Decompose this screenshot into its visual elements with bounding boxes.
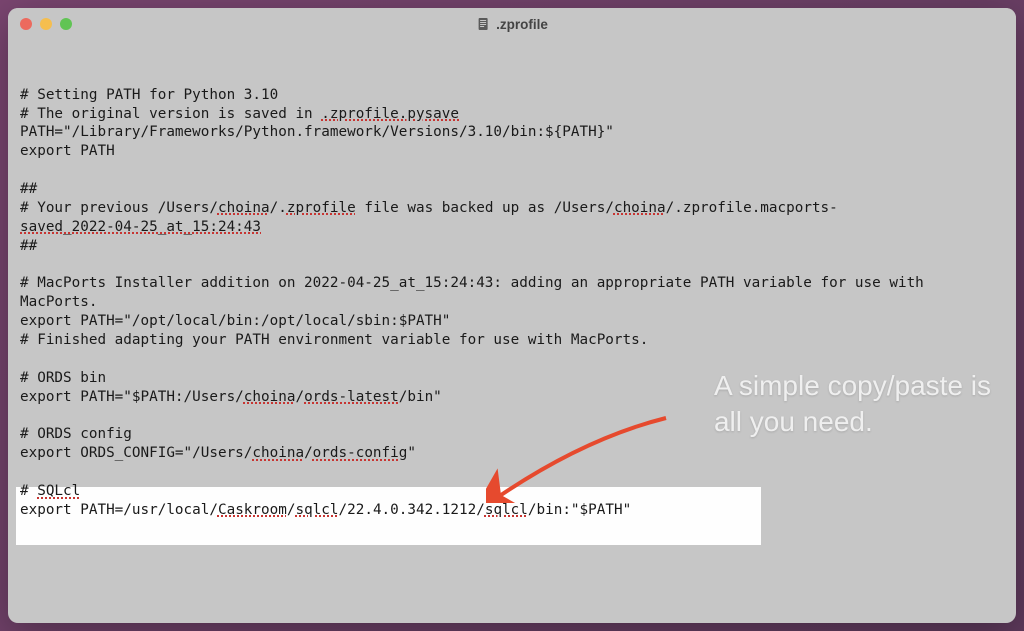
- spell-underline-text: ords-latest: [304, 389, 399, 405]
- text-editor[interactable]: # Setting PATH for Python 3.10# The orig…: [8, 40, 1016, 566]
- code-text: /.zprofile.macports-: [666, 200, 838, 216]
- close-button[interactable]: [20, 18, 32, 30]
- spell-underline-text: choina: [218, 200, 270, 216]
- titlebar[interactable]: .zprofile: [8, 8, 1016, 40]
- code-text: file was backed up as /Users/: [356, 200, 614, 216]
- code-line[interactable]: ##: [20, 237, 1004, 256]
- code-line[interactable]: # The original version is saved in .zpro…: [20, 105, 1004, 124]
- spell-underline-text: ords-config: [313, 445, 408, 461]
- editor-window: .zprofile # Setting PATH for Python 3.10…: [8, 8, 1016, 623]
- spell-underline-text: choina: [252, 445, 304, 461]
- spell-underline-text: zprofile: [287, 200, 356, 216]
- maximize-button[interactable]: [60, 18, 72, 30]
- code-text: # Your previous /Users/: [20, 200, 218, 216]
- code-line[interactable]: [20, 350, 1004, 369]
- code-text: export ORDS_CONFIG="/Users/: [20, 445, 252, 461]
- spell-underline-text: sqlcl: [295, 502, 338, 518]
- spell-underline-text: choina: [244, 389, 296, 405]
- code-text: /: [295, 389, 304, 405]
- code-text: /.: [270, 200, 287, 216]
- code-line[interactable]: saved_2022-04-25_at_15:24:43: [20, 218, 1004, 237]
- code-text: export PATH=/usr/local/: [20, 502, 218, 518]
- code-text: /22.4.0.342.1212/: [339, 502, 485, 518]
- code-line[interactable]: export PATH="/opt/local/bin:/opt/local/s…: [20, 312, 1004, 331]
- document-icon: [476, 17, 490, 31]
- spell-underline-text: saved_2022-04-25_at_15:24:43: [20, 219, 261, 235]
- code-line[interactable]: ##: [20, 180, 1004, 199]
- window-title-wrap: .zprofile: [476, 17, 548, 32]
- annotation-line-2: all you need.: [714, 406, 873, 437]
- traffic-lights: [20, 18, 72, 30]
- code-text: ": [407, 445, 416, 461]
- code-line[interactable]: # MacPorts Installer addition on 2022-04…: [20, 274, 1004, 312]
- annotation-line-1: A simple copy/paste is: [714, 370, 991, 401]
- code-text: /bin": [399, 389, 442, 405]
- code-line[interactable]: [20, 463, 1004, 482]
- minimize-button[interactable]: [40, 18, 52, 30]
- code-text: /bin:"$PATH": [528, 502, 631, 518]
- code-text: #: [20, 483, 37, 499]
- code-text: export PATH="$PATH:/Users/: [20, 389, 244, 405]
- code-text: /: [304, 445, 313, 461]
- code-line[interactable]: # SQLcl: [20, 482, 1004, 501]
- code-line[interactable]: PATH="/Library/Frameworks/Python.framewo…: [20, 123, 1004, 142]
- code-line[interactable]: # Setting PATH for Python 3.10: [20, 86, 1004, 105]
- code-line[interactable]: export PATH: [20, 142, 1004, 161]
- spell-underline-text: choina: [614, 200, 666, 216]
- code-line[interactable]: # Your previous /Users/choina/.zprofile …: [20, 199, 1004, 218]
- spell-underline-text: SQLcl: [37, 483, 80, 499]
- spell-underline-text: .zprofile.pysave: [321, 106, 459, 122]
- spell-underline-text: Caskroom: [218, 502, 287, 518]
- code-line[interactable]: [20, 256, 1004, 275]
- code-line[interactable]: export PATH=/usr/local/Caskroom/sqlcl/22…: [20, 501, 1004, 520]
- annotation-text: A simple copy/paste is all you need.: [714, 368, 991, 440]
- window-title: .zprofile: [496, 17, 548, 32]
- editor-content[interactable]: # Setting PATH for Python 3.10# The orig…: [20, 86, 1004, 520]
- code-line[interactable]: export ORDS_CONFIG="/Users/choina/ords-c…: [20, 444, 1004, 463]
- spell-underline-text: sqlcl: [485, 502, 528, 518]
- code-text: # The original version is saved in: [20, 106, 321, 122]
- code-line[interactable]: [20, 161, 1004, 180]
- code-line[interactable]: # Finished adapting your PATH environmen…: [20, 331, 1004, 350]
